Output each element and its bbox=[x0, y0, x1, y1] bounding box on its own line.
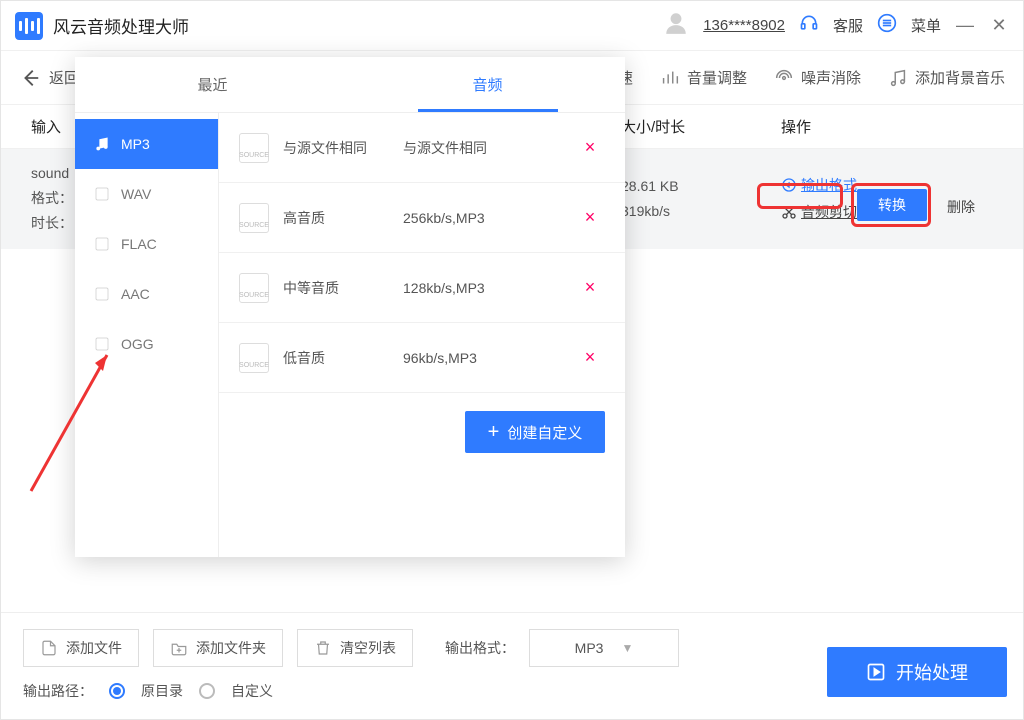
support-label[interactable]: 客服 bbox=[833, 15, 863, 36]
tool-denoise[interactable]: 噪声消除 bbox=[773, 67, 861, 89]
back-button[interactable]: 返回 bbox=[19, 67, 79, 89]
add-folder-button[interactable]: 添加文件夹 bbox=[153, 629, 283, 667]
quality-row[interactable]: SOURCE高音质256kb/s,MP3× bbox=[219, 183, 625, 253]
create-custom-button[interactable]: +创建自定义 bbox=[465, 411, 605, 453]
delete-icon[interactable]: × bbox=[575, 277, 605, 298]
tab-recent[interactable]: 最近 bbox=[75, 57, 350, 112]
quality-row[interactable]: SOURCE与源文件相同与源文件相同× bbox=[219, 113, 625, 183]
quality-row[interactable]: SOURCE中等音质128kb/s,MP3× bbox=[219, 253, 625, 323]
format-wav[interactable]: WAV bbox=[75, 169, 218, 219]
delete-button[interactable]: 删除 bbox=[947, 197, 975, 217]
tab-audio[interactable]: 音频 bbox=[350, 57, 625, 112]
col-ops: 操作 bbox=[781, 116, 993, 137]
quality-row[interactable]: SOURCE低音质96kb/s,MP3× bbox=[219, 323, 625, 393]
format-flac[interactable]: FLAC bbox=[75, 219, 218, 269]
menu-label[interactable]: 菜单 bbox=[911, 15, 941, 36]
radio-original-dir[interactable] bbox=[109, 683, 125, 699]
start-process-button[interactable]: 开始处理 bbox=[827, 647, 1007, 697]
chevron-down-icon: ▼ bbox=[621, 641, 633, 655]
support-icon[interactable] bbox=[799, 13, 819, 38]
delete-icon[interactable]: × bbox=[575, 137, 605, 158]
output-format-select[interactable]: MP3▼ bbox=[529, 629, 679, 667]
format-mp3[interactable]: MP3 bbox=[75, 119, 218, 169]
app-title: 风云音频处理大师 bbox=[53, 13, 189, 38]
clear-list-button[interactable]: 清空列表 bbox=[297, 629, 413, 667]
format-popup: 最近 音频 MP3 WAV FLAC AAC OGG SOURCE与源文件相同与… bbox=[75, 57, 625, 557]
output-path-label: 输出路径： bbox=[23, 681, 93, 701]
format-aac[interactable]: AAC bbox=[75, 269, 218, 319]
close-button[interactable]: ✕ bbox=[989, 15, 1009, 36]
output-format-label: 输出格式： bbox=[445, 638, 515, 658]
format-list: MP3 WAV FLAC AAC OGG bbox=[75, 113, 219, 557]
col-size: 大小/时长 bbox=[621, 116, 781, 137]
highlight-box bbox=[851, 183, 931, 227]
delete-icon[interactable]: × bbox=[575, 207, 605, 228]
format-ogg[interactable]: OGG bbox=[75, 319, 218, 369]
menu-icon[interactable] bbox=[877, 13, 897, 38]
highlight-box bbox=[757, 183, 843, 209]
delete-icon[interactable]: × bbox=[575, 347, 605, 368]
user-phone[interactable]: 136****8902 bbox=[703, 17, 785, 34]
add-file-button[interactable]: 添加文件 bbox=[23, 629, 139, 667]
tool-bgm[interactable]: 添加背景音乐 bbox=[887, 67, 1005, 89]
radio-custom-dir[interactable] bbox=[199, 683, 215, 699]
avatar-icon[interactable] bbox=[663, 10, 689, 41]
tool-volume[interactable]: 音量调整 bbox=[659, 67, 747, 89]
app-logo bbox=[15, 12, 43, 40]
minimize-button[interactable]: — bbox=[955, 15, 975, 36]
